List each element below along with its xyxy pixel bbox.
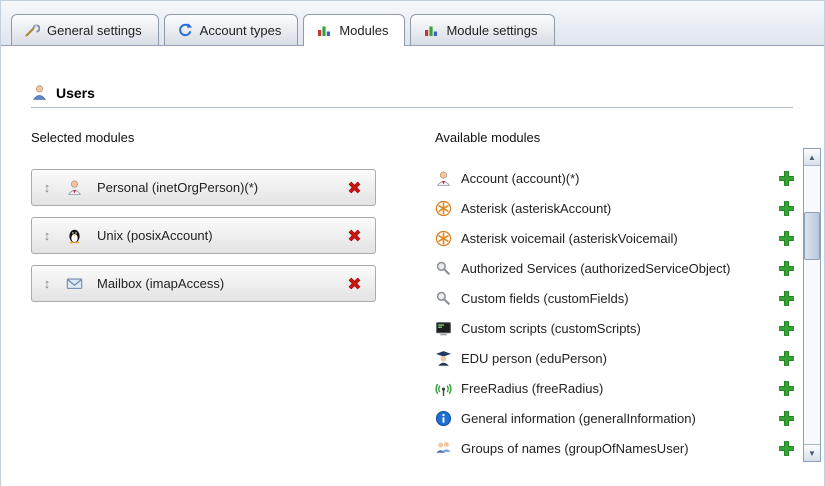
module-columns: Selected modules ↕ Personal (inetOrgPers… <box>31 130 792 463</box>
selected-modules-list: ↕ Personal (inetOrgPerson)(*) ↕ <box>31 169 403 302</box>
add-module-button[interactable] <box>778 200 795 217</box>
add-module-button[interactable] <box>778 260 795 277</box>
available-module-row-asterisk: Asterisk (asteriskAccount) <box>435 193 795 223</box>
available-module-row-account: Account (account)(*) <box>435 163 795 193</box>
modules-tab-content: Users Selected modules ↕ Personal (inetO… <box>1 46 824 486</box>
tab-label: General settings <box>47 23 142 38</box>
available-module-label: Asterisk voicemail (asteriskVoicemail) <box>461 231 678 246</box>
scrollbar-thumb[interactable] <box>804 212 820 260</box>
available-module-label: Account (account)(*) <box>461 171 580 186</box>
section-divider <box>31 107 793 108</box>
selected-module-row-personal[interactable]: ↕ Personal (inetOrgPerson)(*) <box>31 169 376 206</box>
person-icon <box>435 170 452 187</box>
add-module-button[interactable] <box>778 290 795 307</box>
available-module-label: Custom scripts (customScripts) <box>461 321 641 336</box>
drag-handle-icon[interactable]: ↕ <box>40 276 54 291</box>
tab-account-types[interactable]: Account types <box>164 14 299 45</box>
lam-config-page: General settings Account types Modules M… <box>0 0 825 486</box>
tab-module-settings[interactable]: Module settings <box>410 14 554 45</box>
add-module-button[interactable] <box>778 440 795 457</box>
selected-module-row-unix[interactable]: ↕ Unix (posixAccount) <box>31 217 376 254</box>
tab-modules[interactable]: Modules <box>303 14 405 46</box>
edu-person-icon <box>435 350 452 367</box>
add-module-button[interactable] <box>778 230 795 247</box>
group-icon <box>435 440 452 457</box>
modules-chart-icon <box>316 22 332 38</box>
remove-module-button[interactable] <box>346 227 363 244</box>
user-icon <box>31 84 48 101</box>
add-module-button[interactable] <box>778 170 795 187</box>
users-section-header: Users <box>31 84 792 101</box>
selected-module-row-mailbox[interactable]: ↕ Mailbox (imapAccess) <box>31 265 376 302</box>
available-module-row-asterisk-voicemail: Asterisk voicemail (asteriskVoicemail) <box>435 223 795 253</box>
available-modules-list: Account (account)(*) Asterisk (asteriskA… <box>435 163 795 463</box>
tab-label: Modules <box>339 23 388 38</box>
keys-icon <box>435 290 452 307</box>
available-module-row-authorized-services: Authorized Services (authorizedServiceOb… <box>435 253 795 283</box>
available-module-label: FreeRadius (freeRadius) <box>461 381 603 396</box>
penguin-icon <box>66 227 83 244</box>
add-module-button[interactable] <box>778 410 795 427</box>
available-module-label: General information (generalInformation) <box>461 411 696 426</box>
selected-module-label: Personal (inetOrgPerson)(*) <box>97 180 258 195</box>
selected-module-label: Mailbox (imapAccess) <box>97 276 224 291</box>
asterisk-icon <box>435 200 452 217</box>
available-module-row-groups-of-names: Groups of names (groupOfNamesUser) <box>435 433 795 463</box>
scroll-up-button[interactable]: ▲ <box>804 149 820 166</box>
available-modules-column: Available modules Account (account)(*) <box>435 130 821 463</box>
add-module-button[interactable] <box>778 350 795 367</box>
available-modules-title: Available modules <box>435 130 795 145</box>
available-module-label: Asterisk (asteriskAccount) <box>461 201 611 216</box>
person-icon <box>66 179 83 196</box>
drag-handle-icon[interactable]: ↕ <box>40 180 54 195</box>
module-settings-chart-icon <box>423 22 439 38</box>
wrench-icon <box>24 22 40 38</box>
add-module-button[interactable] <box>778 380 795 397</box>
terminal-icon <box>435 320 452 337</box>
refresh-icon <box>177 22 193 38</box>
available-module-label: Authorized Services (authorizedServiceOb… <box>461 261 731 276</box>
scroll-down-button[interactable]: ▼ <box>804 444 820 461</box>
available-module-row-custom-fields: Custom fields (customFields) <box>435 283 795 313</box>
remove-module-button[interactable] <box>346 275 363 292</box>
selected-module-label: Unix (posixAccount) <box>97 228 213 243</box>
available-modules-scrollbar[interactable]: ▲ ▼ <box>803 148 821 462</box>
available-module-label: Custom fields (customFields) <box>461 291 629 306</box>
available-module-row-freeradius: FreeRadius (freeRadius) <box>435 373 795 403</box>
available-module-row-custom-scripts: Custom scripts (customScripts) <box>435 313 795 343</box>
section-title: Users <box>56 85 95 101</box>
remove-module-button[interactable] <box>346 179 363 196</box>
available-module-label: EDU person (eduPerson) <box>461 351 607 366</box>
add-module-button[interactable] <box>778 320 795 337</box>
drag-handle-icon[interactable]: ↕ <box>40 228 54 243</box>
mail-icon <box>66 275 83 292</box>
selected-modules-title: Selected modules <box>31 130 403 145</box>
tab-general-settings[interactable]: General settings <box>11 14 159 45</box>
selected-modules-column: Selected modules ↕ Personal (inetOrgPers… <box>31 130 403 463</box>
available-modules-wrap: Available modules Account (account)(*) <box>435 130 795 463</box>
info-icon <box>435 410 452 427</box>
tab-label: Account types <box>200 23 282 38</box>
asterisk-icon <box>435 230 452 247</box>
scrollbar-track[interactable] <box>804 166 820 444</box>
radio-waves-icon <box>435 380 452 397</box>
tab-bar: General settings Account types Modules M… <box>1 1 824 46</box>
keys-icon <box>435 260 452 277</box>
available-module-row-general-information: General information (generalInformation) <box>435 403 795 433</box>
tab-label: Module settings <box>446 23 537 38</box>
available-module-row-edu-person: EDU person (eduPerson) <box>435 343 795 373</box>
available-module-label: Groups of names (groupOfNamesUser) <box>461 441 689 456</box>
